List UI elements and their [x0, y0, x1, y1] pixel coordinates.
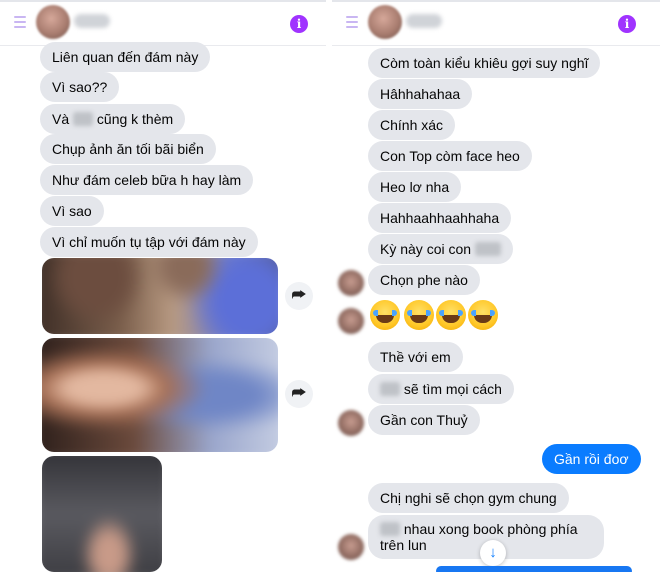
message-bubble: Vì chỉ muốn tụ tập với đám này: [40, 227, 258, 257]
laughing-emoji-icon: [436, 300, 466, 330]
contact-avatar[interactable]: [368, 5, 402, 39]
shared-photo[interactable]: [42, 338, 278, 452]
redacted-name: [380, 522, 400, 536]
share-icon[interactable]: ⮫: [285, 380, 313, 408]
message-bubble: Con Top còm face heo: [368, 141, 532, 171]
message-bubble: Gần con Thuỷ: [368, 405, 480, 435]
message-bubble: Như đám celeb bữa h hay làm: [40, 165, 254, 195]
contact-name-blurred: [406, 14, 442, 28]
outgoing-message-bubble: Gần rồi đoơ: [542, 444, 641, 474]
message-text: cũng k thèm: [96, 111, 174, 127]
message-bubble: Chụp ảnh ăn tối bãi biển: [40, 134, 216, 164]
sender-avatar: [338, 270, 364, 296]
message-bubble: Chính xác: [368, 110, 456, 140]
composer-bar[interactable]: [436, 566, 632, 572]
right-chat-panel: i Còm toàn kiểu khiêu gợi suy nghĩ Hâhha…: [332, 0, 660, 572]
shared-photo[interactable]: [42, 258, 278, 334]
menu-icon[interactable]: [346, 16, 358, 28]
message-text: Kỳ này coi con: [380, 241, 472, 257]
sender-avatar: [338, 534, 364, 560]
sender-avatar: [338, 308, 364, 334]
message-text: nhau xong book phòng phía trên lun: [380, 521, 578, 553]
chat-header: i: [0, 0, 326, 46]
share-icon[interactable]: ⮫: [285, 282, 313, 310]
left-chat-panel: i Liên quan đến đám này Vì sao?? Và cũng…: [0, 0, 326, 572]
message-bubble: Heo lơ nha: [368, 172, 462, 202]
message-bubble: Kỳ này coi con: [368, 234, 513, 264]
message-bubble: Chị nghi sẽ chọn gym chung: [368, 483, 569, 513]
contact-avatar[interactable]: [36, 5, 70, 39]
message-text: sẽ tìm mọi cách: [403, 381, 502, 397]
info-icon[interactable]: i: [290, 15, 308, 33]
message-bubble: sẽ tìm mọi cách: [368, 374, 514, 404]
message-bubble: Hâhhahahaa: [368, 79, 473, 109]
chat-header: i: [332, 0, 660, 46]
contact-name-blurred: [74, 14, 110, 28]
message-bubble: Hahhaahhaahhaha: [368, 203, 512, 233]
redacted-name: [474, 242, 501, 256]
menu-icon[interactable]: [14, 16, 26, 28]
message-bubble: Vì sao??: [40, 72, 120, 102]
info-icon[interactable]: i: [618, 15, 636, 33]
header-divider: [332, 45, 660, 46]
laughing-emoji-icon: [370, 300, 400, 330]
shared-photo[interactable]: [42, 456, 162, 572]
laughing-emoji-icon: [404, 300, 434, 330]
message-bubble: Thề với em: [368, 342, 463, 372]
sender-avatar: [338, 410, 364, 436]
top-divider: [332, 0, 660, 2]
laughing-emoji-icon: [468, 300, 498, 330]
message-text: Và: [52, 111, 70, 127]
message-bubble: Và cũng k thèm: [40, 104, 186, 134]
scroll-down-icon[interactable]: ↓: [480, 540, 506, 566]
message-bubble: Vì sao: [40, 196, 104, 226]
message-bubble: Còm toàn kiểu khiêu gợi suy nghĩ: [368, 48, 601, 78]
redacted-name: [73, 112, 94, 126]
message-bubble: Liên quan đến đám này: [40, 42, 211, 72]
top-divider: [0, 0, 326, 2]
message-bubble: Chọn phe nào: [368, 265, 480, 295]
redacted-name: [380, 382, 400, 396]
